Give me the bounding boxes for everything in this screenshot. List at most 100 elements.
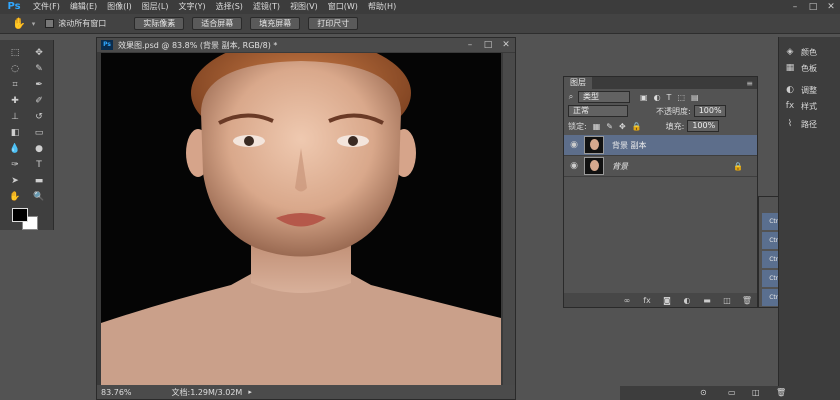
actual-pixels-button[interactable]: 实际像素 [134, 17, 185, 30]
zoom-level[interactable]: 83.76% [101, 388, 132, 397]
eraser-tool-icon[interactable]: ◧ [4, 126, 26, 140]
filter-type-icon[interactable]: T [667, 93, 672, 102]
dodge-tool-icon[interactable]: ● [28, 142, 50, 156]
delete-layer-icon[interactable]: 🗑 [737, 296, 757, 305]
filter-adjustment-icon[interactable]: ◐ [654, 93, 661, 102]
dock-item-color[interactable]: ◈ 颜色 [779, 45, 840, 59]
scroll-all-windows-checkbox[interactable] [45, 19, 55, 28]
image-canvas[interactable] [101, 53, 501, 386]
blur-tool-icon[interactable]: 💧 [4, 142, 26, 156]
filter-shape-icon[interactable]: ⬚ [677, 93, 685, 102]
maximize-icon[interactable]: □ [804, 0, 822, 14]
brush-tool-icon[interactable]: ✐ [28, 94, 50, 108]
zoom-tool-icon[interactable]: 🔍 [28, 190, 50, 204]
layer-name[interactable]: 背景 副本 [612, 140, 647, 151]
lock-position-icon[interactable]: ✥ [619, 122, 626, 131]
visibility-eye-icon[interactable]: ◉ [564, 140, 584, 150]
opacity-input[interactable]: 100% [693, 105, 726, 117]
lock-all-icon[interactable]: 🔒 [632, 122, 642, 131]
fill-screen-button[interactable]: 填充屏幕 [250, 17, 301, 30]
paths-icon: ⌇ [787, 119, 793, 129]
menu-file[interactable]: 文件(F) [28, 0, 65, 14]
menu-bar: Ps 文件(F) 编辑(E) 图像(I) 图层(L) 文字(Y) 选择(S) 滤… [0, 0, 840, 14]
dock-label: 调整 [801, 85, 817, 95]
fill-label: 填充: [665, 121, 685, 131]
doc-minimize-icon[interactable]: – [461, 38, 479, 52]
new-group-icon[interactable]: ▬ [697, 296, 717, 305]
filter-pixel-icon[interactable]: ▣ [640, 93, 648, 102]
panel-menu-icon[interactable]: ≡ [746, 79, 753, 88]
bottom-new-icon[interactable]: ◫ [752, 388, 760, 397]
filter-type-select[interactable]: 类型 [578, 91, 630, 103]
menu-edit[interactable]: 编辑(E) [65, 0, 102, 14]
new-adjustment-layer-icon[interactable]: ◐ [677, 296, 697, 305]
styles-icon: fx [785, 101, 795, 111]
layers-panel-footer: ∞ fx ◙ ◐ ▬ ◫ 🗑 [564, 293, 757, 307]
dock-item-swatches[interactable]: ▦ 色板 [779, 61, 840, 75]
window-controls: – □ ✕ [786, 0, 840, 14]
clone-stamp-tool-icon[interactable]: ⊥ [4, 110, 26, 124]
layer-row-background-copy[interactable]: ◉ 背景 副本 [564, 135, 757, 156]
hand-tool-icon[interactable]: ✋ [12, 17, 26, 30]
document-tab[interactable]: Ps 效果图.psd @ 83.8% (背景 副本, RGB/8) * – □ … [97, 38, 515, 52]
gradient-tool-icon[interactable]: ▭ [28, 126, 50, 140]
pen-tool-icon[interactable]: ✑ [4, 158, 26, 172]
lock-transparent-icon[interactable]: ▦ [593, 122, 601, 131]
lock-image-icon[interactable]: ✎ [606, 122, 613, 131]
layer-thumbnail [584, 157, 604, 175]
move-tool-icon[interactable]: ✥ [28, 46, 50, 60]
type-tool-icon[interactable]: T [28, 158, 50, 172]
vertical-scrollbar[interactable] [503, 53, 515, 387]
dock-item-paths[interactable]: ⌇ 路径 [779, 117, 840, 131]
tab-layers[interactable]: 图层 [564, 77, 592, 89]
healing-brush-tool-icon[interactable]: ✚ [4, 94, 26, 108]
blend-mode-select[interactable]: 正常 [568, 105, 628, 117]
layer-style-fx-icon[interactable]: fx [637, 296, 657, 305]
add-mask-icon[interactable]: ◙ [657, 296, 677, 305]
path-select-tool-icon[interactable]: ➤ [4, 174, 26, 188]
shape-tool-icon[interactable]: ▬ [28, 174, 50, 188]
menu-help[interactable]: 帮助(H) [363, 0, 401, 14]
dock-item-adjustments[interactable]: ◐ 调整 [779, 83, 840, 97]
layer-name[interactable]: 背景 [612, 161, 628, 172]
hand-tool-icon[interactable]: ✋ [4, 190, 26, 204]
minimize-icon[interactable]: – [786, 0, 804, 14]
fit-screen-button[interactable]: 适合屏幕 [192, 17, 243, 30]
tool-preset-chevron-icon[interactable]: ▾ [32, 20, 36, 28]
foreground-color-swatch[interactable] [12, 208, 28, 222]
bottom-tool-icon[interactable]: ⊙ [700, 388, 707, 397]
color-icon: ◈ [786, 47, 794, 57]
dock-label: 样式 [801, 101, 817, 111]
menu-image[interactable]: 图像(I) [102, 0, 137, 14]
bottom-rect-icon[interactable]: ▭ [728, 388, 736, 397]
menu-layer[interactable]: 图层(L) [137, 0, 174, 14]
layer-row-background[interactable]: ◉ 背景 🔒 [564, 156, 757, 177]
lasso-tool-icon[interactable]: ◌ [4, 62, 26, 76]
bottom-delete-icon[interactable]: 🗑 [776, 388, 786, 397]
quick-select-tool-icon[interactable]: ✎ [28, 62, 50, 76]
menu-type[interactable]: 文字(Y) [173, 0, 210, 14]
crop-tool-icon[interactable]: ⌗ [4, 78, 26, 92]
marquee-tool-icon[interactable]: ⬚ [4, 46, 26, 60]
close-icon[interactable]: ✕ [822, 0, 840, 14]
history-brush-tool-icon[interactable]: ↺ [28, 110, 50, 124]
doc-close-icon[interactable]: ✕ [497, 38, 515, 52]
menu-select[interactable]: 选择(S) [211, 0, 248, 14]
eyedropper-tool-icon[interactable]: ✒ [28, 78, 50, 92]
document-title: 效果图.psd @ 83.8% (背景 副本, RGB/8) * [118, 40, 278, 50]
menu-view[interactable]: 视图(V) [285, 0, 323, 14]
document-status-bar: 83.76% 文档:1.29M/3.02M ▸ [97, 385, 515, 399]
visibility-eye-icon[interactable]: ◉ [564, 161, 584, 171]
menu-window[interactable]: 窗口(W) [323, 0, 363, 14]
filter-smart-object-icon[interactable]: ▤ [691, 93, 699, 102]
dock-item-styles[interactable]: fx 样式 [779, 99, 840, 113]
layer-thumbnail [584, 136, 604, 154]
menu-filter[interactable]: 滤镜(T) [248, 0, 285, 14]
doc-maximize-icon[interactable]: □ [479, 38, 497, 52]
status-menu-chevron-icon[interactable]: ▸ [248, 388, 252, 396]
link-layers-icon[interactable]: ∞ [617, 296, 637, 305]
new-layer-icon[interactable]: ◫ [717, 296, 737, 305]
print-size-button[interactable]: 打印尺寸 [308, 17, 359, 30]
fill-input[interactable]: 100% [687, 120, 720, 132]
document-size-info: 文档:1.29M/3.02M [171, 387, 243, 397]
